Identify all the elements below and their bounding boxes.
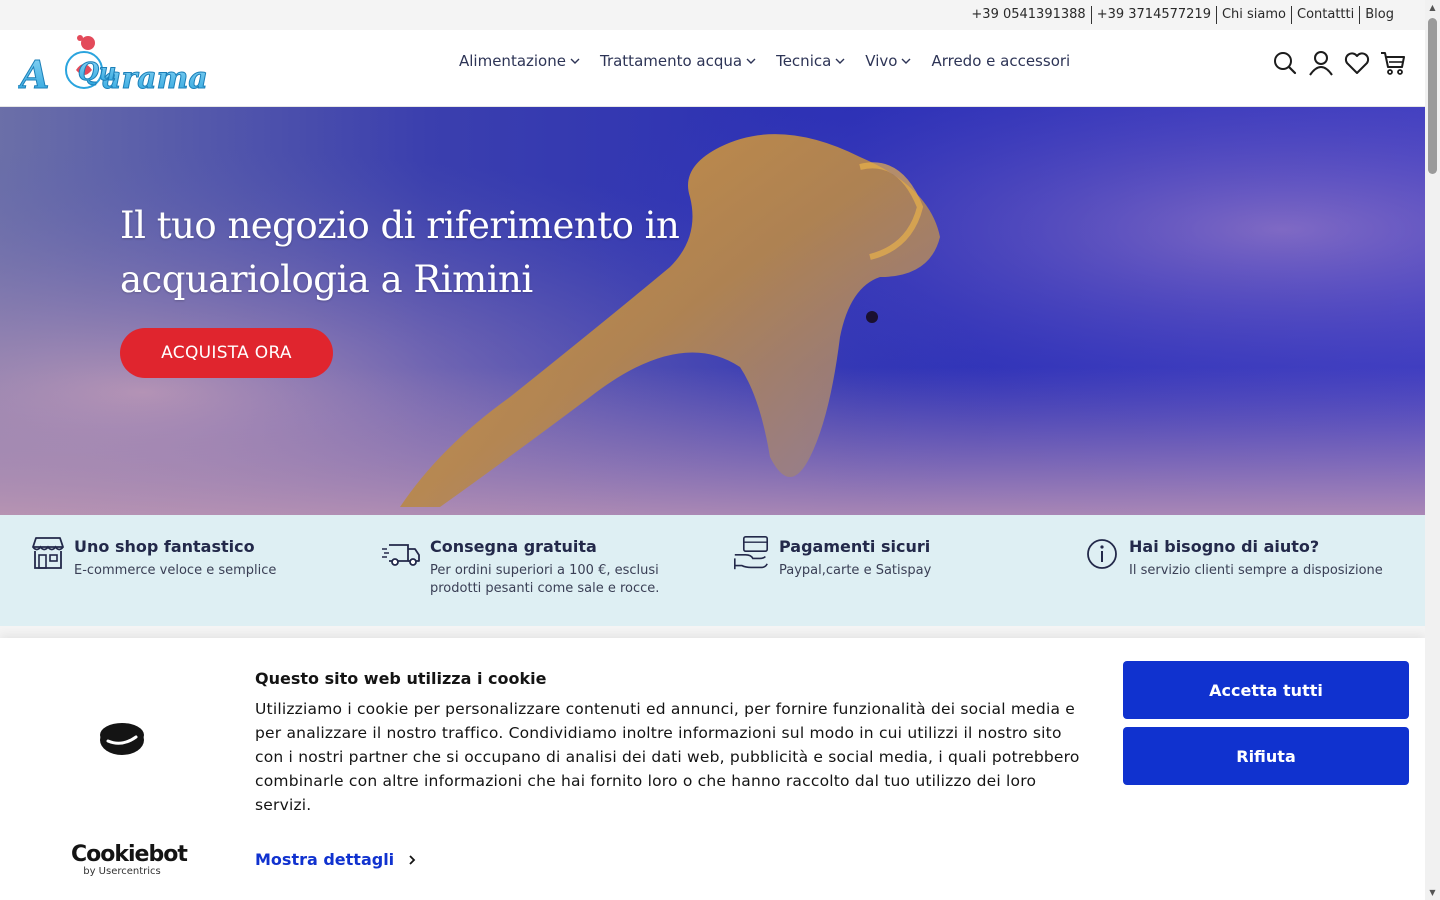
chevron-down-icon: [746, 58, 756, 64]
cookie-title: Questo sito web utilizza i cookie: [255, 669, 547, 688]
cookiebot-logo-icon: [100, 723, 144, 755]
top-bar-links: +39 0541391388 +39 3714577219 Chi siamo …: [966, 0, 1399, 30]
nav-label: Trattamento acqua: [599, 52, 743, 70]
page-scrollbar[interactable]: ▲ ▼: [1425, 0, 1440, 900]
payment-icon: [733, 535, 769, 570]
info-icon: [1087, 539, 1117, 569]
scroll-down-arrow-icon[interactable]: ▼: [1428, 888, 1437, 897]
chevron-down-icon: [901, 58, 911, 64]
chevron-down-icon: [570, 58, 580, 64]
cookiebot-brand: Cookiebot by Usercentrics: [71, 842, 188, 878]
main-nav: Alimentazione Trattamento acqua Tecnica …: [459, 52, 1090, 70]
phone-link-1[interactable]: +39 0541391388: [966, 6, 1090, 24]
nav-label: Alimentazione: [459, 52, 566, 70]
logo-graphic: A arama Qu: [17, 35, 208, 98]
nav-item-vivo[interactable]: Vivo: [865, 52, 911, 70]
seahorse-image: [0, 107, 1425, 515]
accept-all-button[interactable]: Accetta tutti: [1123, 661, 1409, 719]
feature-title: Consegna gratuita: [430, 537, 597, 556]
feature-desc: E-commerce veloce e semplice: [74, 563, 277, 578]
section-divider: [0, 626, 1425, 638]
top-bar: +39 0541391388 +39 3714577219 Chi siamo …: [0, 0, 1425, 30]
nav-item-tecnica[interactable]: Tecnica: [776, 52, 845, 70]
contacts-link[interactable]: Contattti: [1291, 6, 1359, 24]
cookie-banner: Cookiebot by Usercentrics Questo sito we…: [0, 638, 1425, 900]
features-strip: Uno shop fantastico E-commerce veloce e …: [0, 515, 1425, 626]
show-details-label: Mostra dettagli: [255, 850, 395, 869]
feature-payments: Pagamenti sicuri Paypal,carte e Satispay: [731, 535, 1061, 580]
feature-shop: Uno shop fantastico E-commerce veloce e …: [30, 535, 350, 580]
cookiebot-sub: by Usercentrics: [83, 866, 161, 877]
reject-button[interactable]: Rifiuta: [1123, 727, 1409, 785]
phone-link-2[interactable]: +39 3714577219: [1090, 6, 1216, 24]
nav-item-alimentazione[interactable]: Alimentazione: [459, 52, 580, 70]
hero-banner: Il tuo negozio di riferimento in acquari…: [0, 107, 1425, 515]
feature-title: Uno shop fantastico: [74, 537, 255, 556]
feature-title: Hai bisogno di aiuto?: [1129, 537, 1320, 556]
site-header: A arama Qu Alimentazione Trattamento acq…: [0, 30, 1425, 107]
chevron-right-icon: [409, 854, 416, 865]
hero-title: Il tuo negozio di riferimento in acquari…: [120, 204, 680, 301]
nav-label: Vivo: [865, 52, 898, 70]
user-icon[interactable]: [1308, 50, 1334, 76]
site-logo[interactable]: A arama Qu: [17, 30, 223, 100]
heart-icon[interactable]: [1344, 50, 1370, 76]
about-link[interactable]: Chi siamo: [1215, 6, 1291, 24]
svg-text:Qu: Qu: [78, 57, 116, 86]
feature-desc: Il servizio clienti sempre a disposizion…: [1129, 563, 1383, 578]
cookiebot-name: Cookiebot: [71, 842, 188, 867]
nav-item-trattamento-acqua[interactable]: Trattamento acqua: [600, 52, 756, 70]
scroll-up-arrow-icon[interactable]: ▲: [1428, 3, 1437, 12]
nav-label: Arredo e accessori: [931, 52, 1071, 70]
truck-icon: [382, 544, 420, 566]
header-actions: [1272, 50, 1416, 76]
feature-desc: Paypal,carte e Satispay: [779, 563, 932, 578]
store-icon: [32, 537, 64, 569]
logo-text: A: [18, 52, 49, 97]
cookie-text: Utilizziamo i cookie per personalizzare …: [255, 700, 1080, 814]
feature-delivery: Consegna gratuita Per ordini superiori a…: [380, 535, 690, 598]
scroll-thumb[interactable]: [1428, 18, 1437, 174]
chevron-down-icon: [835, 58, 845, 64]
feature-title: Pagamenti sicuri: [779, 537, 931, 556]
blog-link[interactable]: Blog: [1359, 6, 1399, 24]
search-icon[interactable]: [1272, 50, 1298, 76]
nav-label: Tecnica: [776, 52, 832, 70]
shop-now-button[interactable]: ACQUISTA ORA: [120, 328, 333, 378]
feature-help: Hai bisogno di aiuto? Il servizio client…: [1085, 535, 1415, 580]
feature-desc: Per ordini superiori a 100 €, esclusi pr…: [430, 563, 660, 596]
svg-text:arama: arama: [102, 61, 208, 96]
cart-icon[interactable]: [1380, 50, 1406, 76]
show-details-link[interactable]: Mostra dettagli: [255, 850, 418, 869]
nav-item-arredo[interactable]: Arredo e accessori: [931, 52, 1070, 70]
